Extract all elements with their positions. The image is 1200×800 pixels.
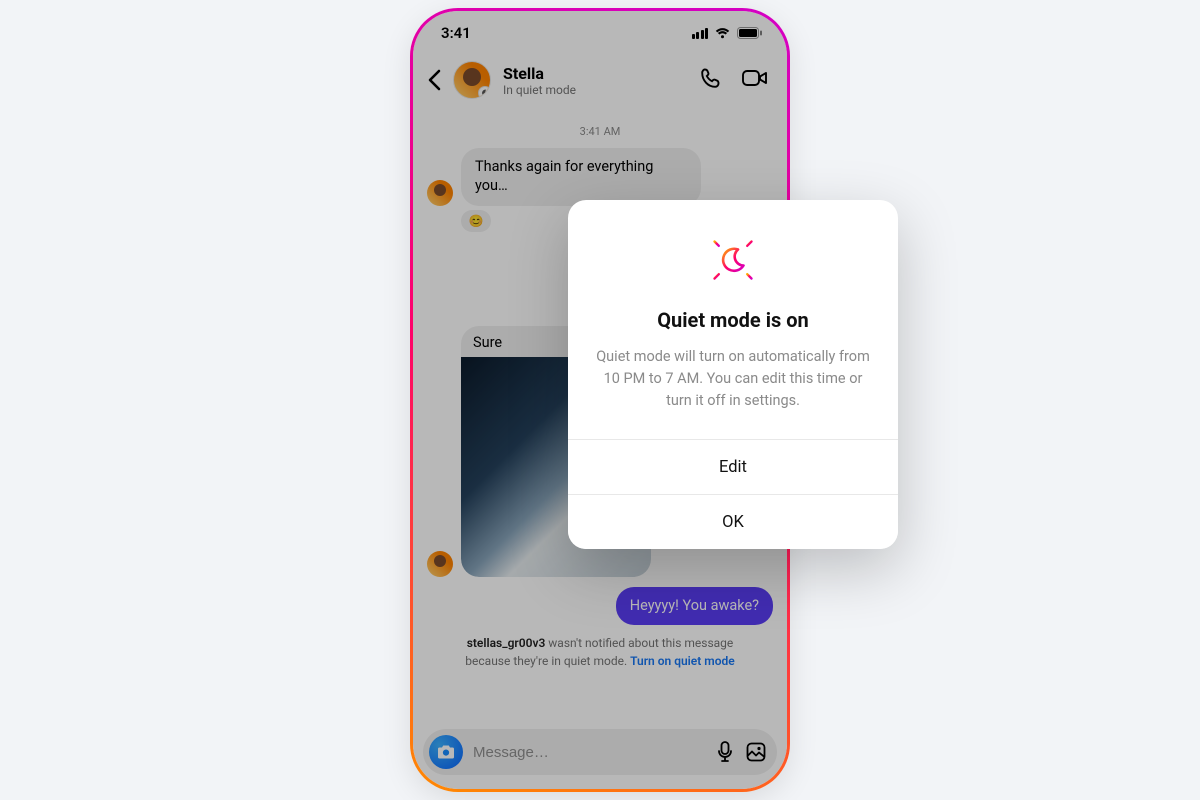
modal-title: Quiet mode is on (592, 308, 874, 332)
quiet-mode-icon (703, 230, 763, 290)
modal-description: Quiet mode will turn on automatically fr… (592, 346, 874, 411)
quiet-mode-modal: Quiet mode is on Quiet mode will turn on… (568, 200, 898, 549)
edit-button[interactable]: Edit (568, 439, 898, 494)
ok-button[interactable]: OK (568, 494, 898, 549)
